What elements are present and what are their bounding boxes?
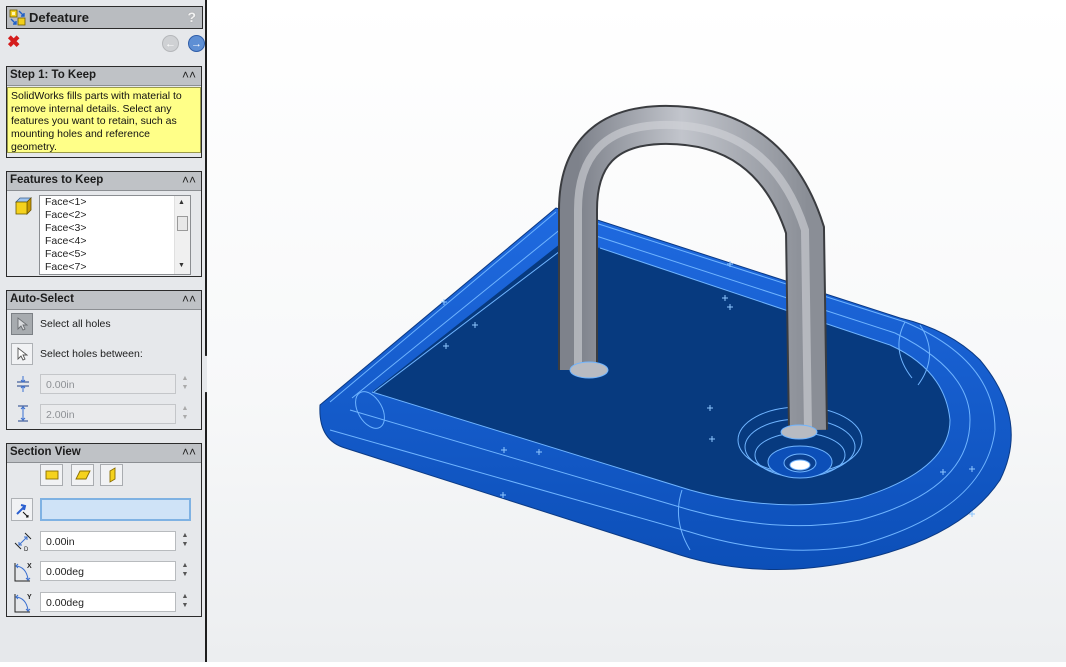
- cursor-icon: [17, 347, 28, 361]
- collapse-icon[interactable]: ˄˄: [182, 67, 196, 84]
- step1-message: SolidWorks fills parts with material to …: [7, 87, 201, 153]
- list-item[interactable]: Face<5>: [45, 248, 190, 261]
- features-to-keep-group: Features to Keep ˄˄ Face<1> Face<2> Face…: [6, 171, 202, 277]
- max-diameter-icon: [18, 405, 28, 422]
- list-item[interactable]: Face<7>: [45, 261, 190, 274]
- back-arrow-icon: ←: [165, 37, 176, 50]
- back-button[interactable]: ←: [162, 35, 179, 52]
- spin-up-icon[interactable]: ▲: [178, 561, 192, 570]
- handle-end-left: [569, 361, 609, 379]
- x-rotation-input[interactable]: 0.00deg: [40, 561, 176, 581]
- svg-text:Y: Y: [27, 594, 32, 601]
- part-model[interactable]: [207, 0, 1066, 662]
- min-diameter-input[interactable]: 0.00in: [40, 374, 176, 394]
- auto-select-header[interactable]: Auto-Select ˄˄: [7, 291, 201, 310]
- select-holes-between-label: Select holes between:: [40, 348, 143, 360]
- spin-up-icon[interactable]: ▲: [178, 374, 192, 383]
- offset-distance-spinner[interactable]: ▲ ▼: [178, 531, 192, 551]
- offset-distance-icon: D: [14, 532, 32, 552]
- spin-down-icon[interactable]: ▼: [178, 570, 192, 579]
- right-plane-icon: [109, 467, 115, 483]
- section-plane-arrow-icon: [16, 503, 29, 517]
- top-plane-button[interactable]: [71, 464, 94, 486]
- auto-select-title: Auto-Select: [10, 293, 74, 305]
- front-plane-button[interactable]: [40, 464, 63, 486]
- cancel-button[interactable]: ✖: [7, 34, 20, 52]
- section-plane-selection-box[interactable]: [40, 498, 191, 521]
- step1-group: Step 1: To Keep ˄˄ SolidWorks fills part…: [6, 66, 202, 158]
- list-scrollbar[interactable]: ▲ ▼: [174, 196, 190, 274]
- features-to-keep-header[interactable]: Features to Keep ˄˄: [7, 172, 201, 191]
- handle-end-right: [780, 424, 818, 440]
- min-diameter-spinner[interactable]: ▲ ▼: [178, 374, 192, 394]
- scroll-down-icon[interactable]: ▼: [178, 262, 185, 269]
- collapse-icon[interactable]: ˄˄: [182, 444, 196, 461]
- scroll-up-icon[interactable]: ▲: [178, 199, 185, 206]
- graphics-viewport[interactable]: [207, 0, 1066, 662]
- select-all-holes-label: Select all holes: [40, 318, 111, 330]
- select-holes-between-button[interactable]: [11, 343, 33, 365]
- collapse-icon[interactable]: ˄˄: [182, 291, 196, 308]
- section-view-group: Section View ˄˄ D 0.00in ▲ ▼ X 0.00deg ▲…: [6, 443, 202, 617]
- spin-down-icon[interactable]: ▼: [178, 383, 192, 392]
- spin-down-icon[interactable]: ▼: [178, 413, 192, 422]
- list-item[interactable]: Face<3>: [45, 222, 190, 235]
- list-item[interactable]: Face<2>: [45, 209, 190, 222]
- max-diameter-input[interactable]: 2.00in: [40, 404, 176, 424]
- spin-up-icon[interactable]: ▲: [178, 404, 192, 413]
- features-list[interactable]: Face<1> Face<2> Face<3> Face<4> Face<5> …: [39, 195, 191, 275]
- property-manager-title: Defeature: [29, 10, 89, 25]
- scroll-thumb[interactable]: [177, 216, 188, 231]
- features-to-keep-title: Features to Keep: [10, 174, 104, 186]
- top-plane-icon: [74, 470, 91, 480]
- max-diameter-spinner[interactable]: ▲ ▼: [178, 404, 192, 424]
- x-rotation-spinner[interactable]: ▲ ▼: [178, 561, 192, 581]
- front-plane-icon: [45, 470, 58, 480]
- svg-text:D: D: [24, 547, 29, 552]
- step1-header[interactable]: Step 1: To Keep ˄˄: [7, 67, 201, 86]
- spin-down-icon[interactable]: ▼: [178, 601, 192, 610]
- y-rotation-spinner[interactable]: ▲ ▼: [178, 592, 192, 612]
- forward-button[interactable]: →: [188, 35, 205, 52]
- forward-arrow-icon: →: [191, 37, 202, 50]
- y-rotation-icon: Y: [14, 594, 32, 613]
- defeature-icon: [9, 9, 26, 26]
- section-view-title: Section View: [10, 446, 81, 458]
- spin-down-icon[interactable]: ▼: [178, 540, 192, 549]
- y-rotation-input[interactable]: 0.00deg: [40, 592, 176, 612]
- list-item[interactable]: Face<4>: [45, 235, 190, 248]
- section-view-header[interactable]: Section View ˄˄: [7, 444, 201, 463]
- min-diameter-icon: [17, 376, 29, 392]
- property-manager-panel: Defeature ? ✖ ← → Step 1: To Keep ˄˄ Sol…: [0, 0, 207, 662]
- help-icon[interactable]: ?: [187, 9, 196, 25]
- spin-up-icon[interactable]: ▲: [178, 592, 192, 601]
- step1-title: Step 1: To Keep: [10, 69, 97, 81]
- cursor-icon: [17, 317, 28, 331]
- collapse-icon[interactable]: ˄˄: [182, 172, 196, 189]
- select-all-holes-button[interactable]: [11, 313, 33, 335]
- reference-plane-button[interactable]: [11, 498, 33, 521]
- offset-distance-input[interactable]: 0.00in: [40, 531, 176, 551]
- list-item[interactable]: Face<1>: [45, 196, 190, 209]
- right-plane-button[interactable]: [100, 464, 123, 486]
- face-cube-icon: [15, 197, 32, 215]
- svg-text:X: X: [27, 563, 32, 570]
- property-manager-header: Defeature ?: [6, 6, 203, 29]
- spin-up-icon[interactable]: ▲: [178, 531, 192, 540]
- auto-select-group: Auto-Select ˄˄ Select all holes Select h…: [6, 290, 202, 430]
- x-rotation-icon: X: [14, 563, 32, 582]
